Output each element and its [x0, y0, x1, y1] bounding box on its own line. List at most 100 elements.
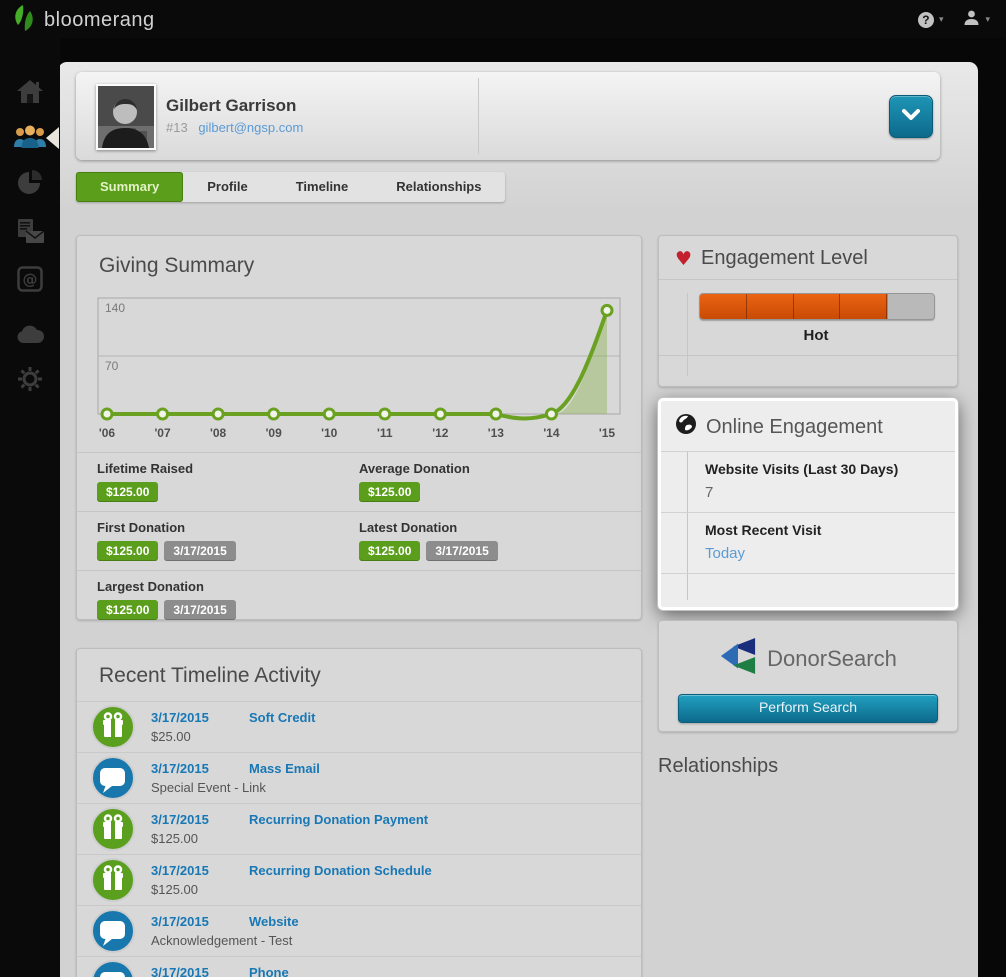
amount-badge: $125.00: [97, 541, 158, 561]
timeline-type-link[interactable]: Recurring Donation Schedule: [249, 863, 432, 878]
timeline-date-link[interactable]: 3/17/2015: [151, 965, 209, 977]
panel-gutter-line: [687, 574, 688, 600]
timeline-row[interactable]: 3/17/2015 Phone: [77, 956, 641, 977]
svg-text:70: 70: [105, 359, 119, 373]
sidebar-nav: @: [0, 38, 60, 977]
tab-timeline[interactable]: Timeline: [272, 172, 373, 202]
date-badge: 3/17/2015: [426, 541, 497, 561]
recent-timeline-panel: Recent Timeline Activity 3/17/2015 Soft C…: [76, 648, 642, 977]
profile-photo: [96, 84, 156, 150]
timeline-type-link[interactable]: Phone: [249, 965, 289, 977]
stat-label: Largest Donation: [97, 579, 359, 594]
svg-text:'07: '07: [154, 426, 171, 440]
engagement-segment: [700, 294, 747, 319]
giving-stat: Largest Donation $125.00 3/17/2015: [97, 579, 359, 620]
profile-tab-bar: SummaryProfileTimelineRelationships: [76, 172, 505, 202]
sidebar-item-home[interactable]: [0, 75, 60, 111]
date-badge: 3/17/2015: [164, 541, 235, 561]
online-engagement-row: Most Recent Visit Today: [661, 513, 955, 574]
online-engagement-label: Most Recent Visit: [705, 522, 941, 538]
giving-stat: Lifetime Raised $125.00: [97, 461, 359, 502]
svg-text:140: 140: [105, 301, 125, 315]
tab-relationships[interactable]: Relationships: [372, 172, 505, 202]
svg-text:'09: '09: [266, 426, 283, 440]
engagement-level-title: Engagement Level: [701, 247, 868, 270]
timeline-row[interactable]: 3/17/2015 Mass Email Special Event - Link: [77, 752, 641, 803]
giving-stat-row: First Donation$125.003/17/2015Latest Don…: [77, 511, 641, 570]
timeline-date-link[interactable]: 3/17/2015: [151, 863, 209, 878]
user-icon[interactable]: [963, 9, 980, 31]
svg-text:'14: '14: [543, 426, 560, 440]
engagement-segment: [794, 294, 841, 319]
svg-text:'15: '15: [599, 426, 616, 440]
timeline-date-link[interactable]: 3/17/2015: [151, 914, 209, 929]
svg-text:@: @: [23, 270, 38, 288]
timeline-date-link[interactable]: 3/17/2015: [151, 812, 209, 827]
cloud-icon: [16, 324, 44, 349]
constituent-name: Gilbert Garrison: [166, 96, 296, 116]
engagement-footer: [659, 355, 957, 376]
donation-gift-icon: [91, 705, 135, 754]
stat-label: Latest Donation: [359, 520, 621, 535]
stat-label: Lifetime Raised: [97, 461, 359, 476]
actions-dropdown-button[interactable]: [889, 95, 933, 138]
panel-gutter-line: [687, 293, 688, 376]
sidebar-item-reports[interactable]: [0, 166, 60, 202]
bloomerang-leaf-icon: [12, 4, 36, 37]
amount-badge: $125.00: [97, 600, 158, 620]
giving-summary-stats: Lifetime Raised$125.00Average Donation$1…: [77, 452, 641, 629]
recent-timeline-title: Recent Timeline Activity: [99, 664, 321, 688]
giving-summary-title: Giving Summary: [99, 254, 254, 278]
engagement-level-panel: ♥ Engagement Level Hot: [658, 235, 958, 387]
interaction-speech-icon: [91, 960, 135, 977]
svg-text:'13: '13: [488, 426, 505, 440]
sidebar-item-cloud[interactable]: [0, 318, 60, 354]
user-menu[interactable]: ▾: [963, 9, 990, 31]
timeline-type-link[interactable]: Mass Email: [249, 761, 320, 776]
caret-down-icon: ▾: [985, 15, 990, 25]
panel-gutter-line: [687, 513, 688, 573]
online-engagement-panel: Online Engagement Website Visits (Last 3…: [658, 398, 958, 610]
donorsearch-panel: DonorSearch Perform Search: [658, 620, 958, 732]
engagement-level-value: Hot: [699, 327, 933, 344]
reports-icon: [17, 169, 43, 200]
home-icon: [16, 78, 44, 109]
tab-summary[interactable]: Summary: [76, 172, 183, 202]
sidebar-item-communications[interactable]: [0, 215, 60, 251]
giving-summary-chart: 14070'06'07'08'09'10'11'12'13'14'15: [97, 296, 621, 451]
engagement-segment: [887, 294, 934, 319]
bloomerang-logo[interactable]: bloomerang: [12, 4, 155, 37]
sidebar-item-settings[interactable]: [0, 363, 60, 399]
online-engagement-row: Website Visits (Last 30 Days)7: [661, 452, 955, 513]
timeline-type-link[interactable]: Soft Credit: [249, 710, 315, 725]
perform-search-button[interactable]: Perform Search: [678, 694, 938, 723]
tab-profile[interactable]: Profile: [183, 172, 271, 202]
panel-gutter-line: [687, 452, 688, 512]
sidebar-item-email[interactable]: @: [0, 263, 60, 299]
timeline-date-link[interactable]: 3/17/2015: [151, 761, 209, 776]
timeline-row[interactable]: 3/17/2015Soft Credit$25.00: [77, 701, 641, 752]
giving-stat-empty: [359, 579, 621, 620]
timeline-detail: $125.00: [151, 882, 198, 897]
amount-badge: $125.00: [97, 482, 158, 502]
timeline-detail: Special Event - Link: [151, 780, 266, 795]
timeline-type-link[interactable]: Recurring Donation Payment: [249, 812, 428, 827]
timeline-date-link[interactable]: 3/17/2015: [151, 710, 209, 725]
constituent-email-link[interactable]: gilbert@ngsp.com: [198, 120, 303, 135]
date-badge: 3/17/2015: [164, 600, 235, 620]
timeline-row[interactable]: 3/17/2015 Website Acknowledgement - Test: [77, 905, 641, 956]
online-engagement-value-link[interactable]: Today: [705, 545, 941, 562]
header-divider: [478, 78, 479, 154]
top-bar: bloomerang ? ▾ ▾: [0, 0, 1006, 38]
timeline-row[interactable]: 3/17/2015 Recurring Donation Schedule $125…: [77, 854, 641, 905]
online-engagement-title: Online Engagement: [706, 416, 883, 439]
constituents-icon: [13, 123, 47, 153]
help-icon[interactable]: ?: [918, 12, 934, 28]
online-engagement-label: Website Visits (Last 30 Days): [705, 461, 941, 477]
help-menu[interactable]: ? ▾: [918, 12, 944, 28]
brand-name: bloomerang: [44, 9, 155, 32]
communications-icon: [15, 218, 45, 249]
timeline-row[interactable]: 3/17/2015Recurring Donation Payment$125.…: [77, 803, 641, 854]
timeline-type-link[interactable]: Website: [249, 914, 299, 929]
timeline-detail: Acknowledgement - Test: [151, 933, 292, 948]
